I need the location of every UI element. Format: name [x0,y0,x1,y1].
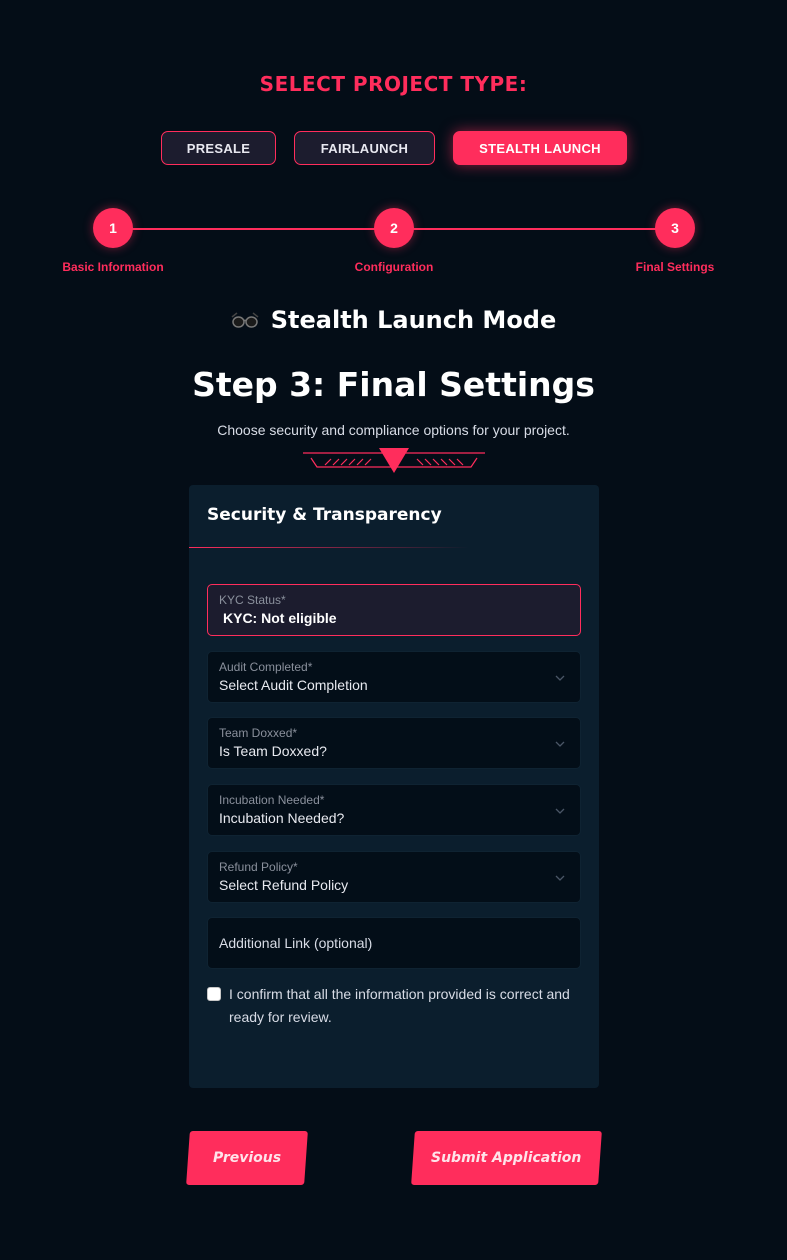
presale-button[interactable]: PRESALE [161,131,276,165]
card-title: Security & Transparency [207,505,442,525]
step-3-indicator: 3 [655,208,695,248]
previous-button-label: Previous [212,1150,282,1166]
confirm-checkbox[interactable] [207,987,221,1001]
incubation-needed-value: Incubation Needed? [219,810,345,826]
glasses-icon [231,311,259,329]
step-1-label: Basic Information [62,260,164,274]
step-2-indicator: 2 [374,208,414,248]
step-3-label: Final Settings [635,260,715,274]
incubation-needed-label: Incubation Needed* [219,793,325,807]
mode-title: Stealth Launch Mode [0,306,787,334]
project-type-selector: PRESALE FAIRLAUNCH STEALTH LAUNCH [0,131,787,165]
team-doxxed-value: Is Team Doxxed? [219,743,327,759]
kyc-status-value: KYC: Not eligible [223,610,337,626]
additional-link-placeholder: Additional Link (optional) [219,935,373,951]
team-doxxed-label: Team Doxxed* [219,726,298,740]
step-2-label: Configuration [354,260,434,274]
confirm-label: I confirm that all the information provi… [229,986,570,1025]
kyc-status-field[interactable]: KYC Status* KYC: Not eligible [207,584,581,636]
stealth-launch-button[interactable]: STEALTH LAUNCH [453,131,627,165]
chevron-down-icon [555,875,565,881]
submit-button-label: Submit Application [431,1150,582,1166]
refund-policy-label: Refund Policy* [219,860,298,874]
audit-completed-value: Select Audit Completion [219,677,368,693]
chevron-down-icon [555,808,565,814]
mode-title-text: Stealth Launch Mode [270,306,557,334]
page-title: Step 3: Final Settings [192,365,595,404]
audit-completed-select[interactable]: Audit Completed* Select Audit Completion [207,651,581,703]
step-1-indicator: 1 [93,208,133,248]
submit-application-button[interactable]: Submit Application [411,1131,602,1185]
kyc-status-label: KYC Status* [219,593,286,607]
page-subtitle: Choose security and compliance options f… [217,422,570,438]
card-title-underline [189,547,469,548]
team-doxxed-select[interactable]: Team Doxxed* Is Team Doxxed? [207,717,581,769]
fairlaunch-button[interactable]: FAIRLAUNCH [294,131,435,165]
project-type-heading: SELECT PROJECT TYPE: [259,72,528,96]
decorative-divider [303,448,485,473]
refund-policy-value: Select Refund Policy [219,877,349,893]
previous-button[interactable]: Previous [186,1131,308,1185]
security-transparency-card: Security & Transparency KYC Status* KYC:… [189,485,599,1088]
additional-link-input[interactable]: Additional Link (optional) [207,917,581,969]
chevron-down-icon [555,675,565,681]
chevron-down-icon [555,741,565,747]
refund-policy-select[interactable]: Refund Policy* Select Refund Policy [207,851,581,903]
incubation-needed-select[interactable]: Incubation Needed* Incubation Needed? [207,784,581,836]
audit-completed-label: Audit Completed* [219,660,313,674]
